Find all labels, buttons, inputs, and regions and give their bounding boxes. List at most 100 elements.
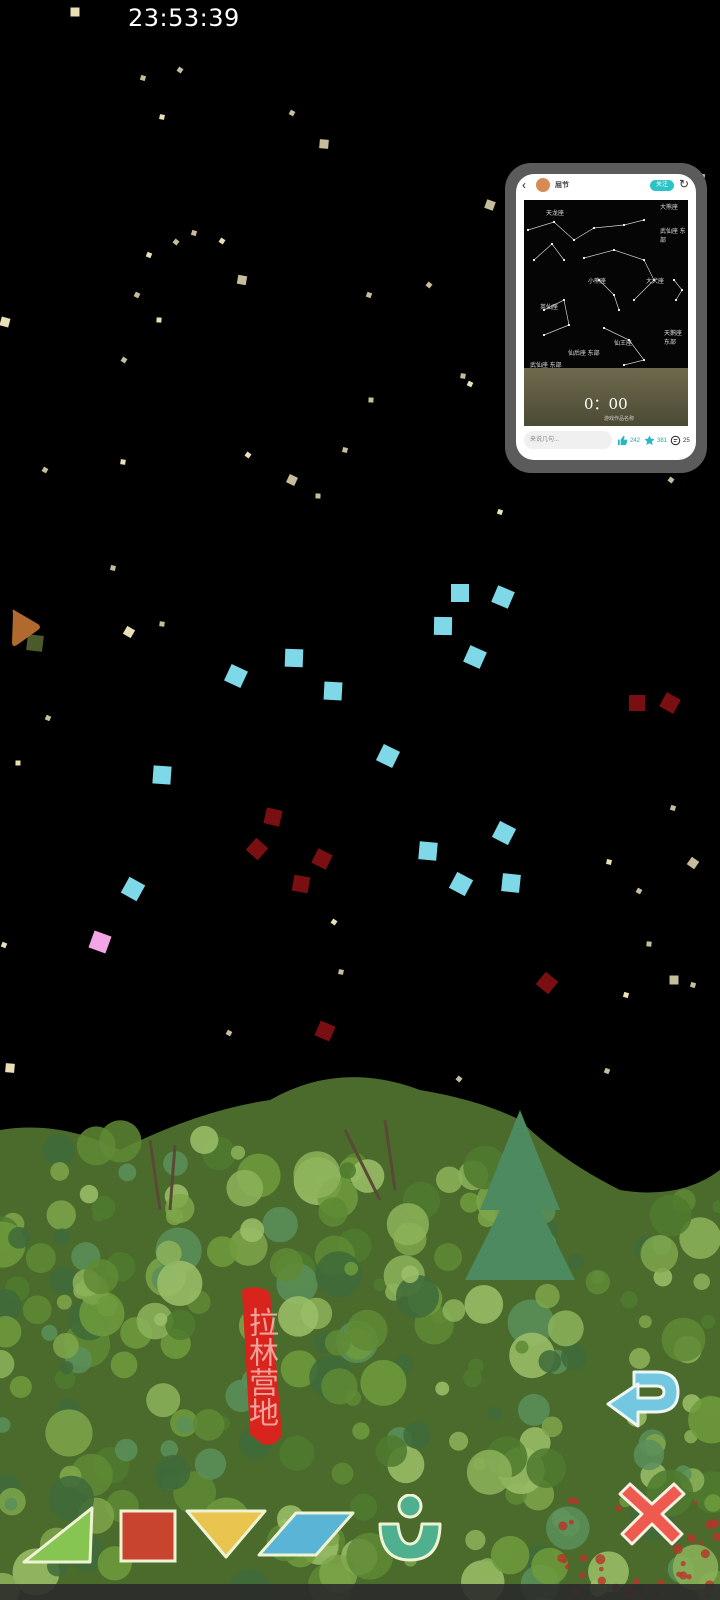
leaf-cluster [146,1383,181,1418]
leaf-cluster [318,1197,348,1227]
star [122,625,136,639]
leaf-cluster [487,1406,502,1421]
square-shape-icon[interactable] [118,1508,178,1564]
constellation-star [552,220,556,224]
cyan-star-piece [491,585,515,609]
leaf-cluster [464,1285,504,1324]
berry [579,1554,588,1562]
person-figure-icon[interactable] [376,1494,444,1564]
star [315,493,321,499]
berry [700,1549,710,1559]
leaf-cluster [277,1296,319,1337]
leaf-cluster [515,1340,529,1354]
red-star-piece [659,692,681,714]
triangle-shape-icon[interactable] [22,1506,94,1564]
leaf-cluster [60,1361,74,1375]
red-seal-stamp: 拉林营地 [236,1284,284,1450]
avatar[interactable] [536,178,550,192]
constellation-star [562,298,566,302]
star [41,466,49,474]
close-button[interactable] [618,1480,686,1546]
favorites-stat[interactable]: 381 [644,435,667,446]
seal-text: 拉林营地 [243,1307,278,1427]
constellation-line [673,279,683,301]
leaf-cluster [339,1162,356,1179]
comments-stat[interactable]: 25 [670,435,690,446]
leaf-cluster [110,1351,138,1379]
likes-stat[interactable]: 242 [617,435,640,446]
leaf-cluster [640,1235,679,1273]
red-star-piece [291,874,311,894]
star [110,565,116,571]
leaf-cluster [661,1317,706,1362]
star [145,251,153,259]
close-x-icon [618,1482,686,1546]
constellation-star [617,308,621,312]
leaf-cluster [207,1236,238,1268]
leaf-cluster [76,1126,116,1166]
comment-input[interactable]: 来说几句... [524,431,612,449]
cyan-star-piece [491,820,517,846]
leaf-cluster [9,1375,32,1398]
comments-count: 25 [683,437,690,444]
constellation-star [582,256,586,260]
star [368,397,374,403]
star [686,856,700,870]
berry [574,1499,580,1505]
red-star-piece [245,837,269,861]
star [172,238,180,246]
cyan-star-piece [433,616,453,636]
star [190,229,198,237]
leaf-cluster [156,1240,182,1267]
leaf-cluster [262,1206,298,1243]
star [288,109,296,117]
undo-button[interactable] [604,1362,684,1432]
follow-button[interactable]: 关注 [650,180,674,191]
leaf-cluster [114,1438,138,1462]
constellation-star [632,298,636,302]
leaf-cluster [546,1506,590,1550]
red-star-piece [263,807,283,827]
cyan-star-piece [463,645,487,669]
leaf-cluster [190,1125,219,1155]
leaf-cluster [331,1462,354,1485]
constellation-label: 天龙座 [546,211,565,217]
leaf-cluster [560,1343,587,1370]
parallelogram-shape-icon[interactable] [256,1510,356,1558]
constellation-star [592,226,596,230]
leaf-cluster [79,1184,99,1204]
berry [564,1564,571,1570]
constellation-star [526,228,530,232]
leaf-cluster [8,1226,30,1249]
constellation-star [642,218,646,222]
berry [598,1566,604,1572]
side-play-arrow-button[interactable] [8,608,42,650]
leaf-cluster [4,1497,18,1511]
back-icon[interactable]: ‹ [522,178,526,192]
leaf-cluster [43,1133,75,1166]
red-star-piece [311,848,333,870]
star [667,476,675,484]
preview-timer: 0：00 [584,395,628,413]
leaf-cluster [538,1350,562,1373]
constellation-label: 大犬座 [646,279,665,285]
constellation-label: 英仙座 [540,305,559,311]
refresh-icon[interactable]: ↻ [679,177,689,191]
leaf-cluster [526,1448,567,1488]
leaf-cluster [649,1194,692,1237]
leaf-cluster [192,1409,225,1441]
leaf-cluster [401,1265,419,1284]
leaf-cluster [118,1163,137,1182]
star [225,1029,233,1037]
berry [698,1540,703,1546]
berry [693,1501,699,1506]
leaf-cluster [442,1299,466,1322]
leaf-cluster [41,1324,58,1341]
level-preview-card[interactable]: ‹ 屈节 关注 ↻ 天龙座 大熊座 武仙座 东部 小熊座 大犬座 英仙座 仙后座 东部 仙王座… [505,163,707,473]
constellation-star [622,223,626,227]
leaf-cluster [693,1273,710,1290]
berry [687,1533,697,1543]
leaf-cluster [531,1547,569,1585]
star [70,7,80,17]
star [133,291,141,299]
